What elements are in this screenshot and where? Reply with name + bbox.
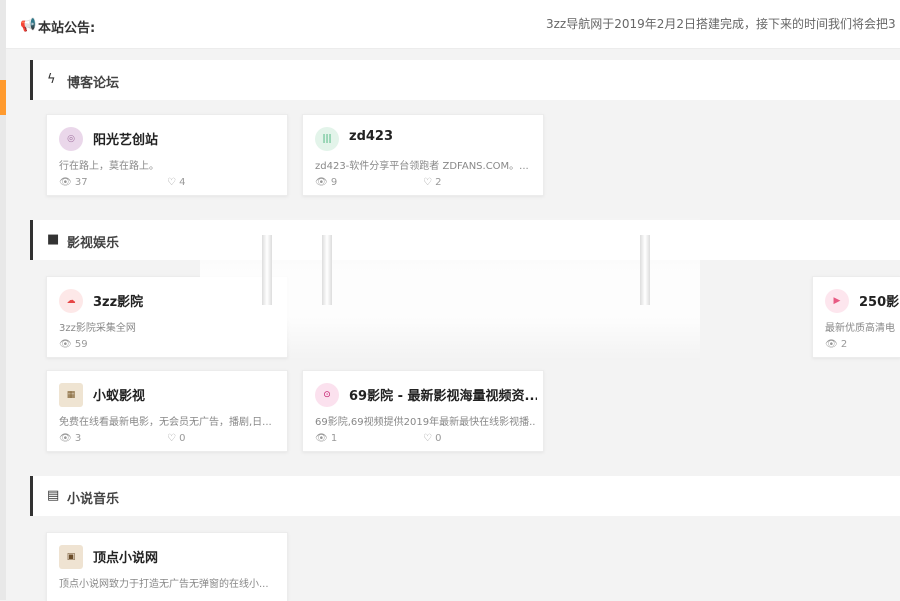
like-count[interactable]: ♡ 4 — [167, 177, 186, 188]
site-logo: ▶ — [825, 289, 849, 313]
section-title: 影视娱乐 — [67, 236, 120, 251]
site-name[interactable]: 顶点小说网 — [93, 547, 158, 566]
eye-icon: 👁 — [315, 177, 328, 188]
section-title: 小说音乐 — [67, 492, 120, 507]
like-count[interactable]: ♡ 2 — [423, 177, 442, 188]
eye-icon: 👁 — [825, 339, 838, 350]
view-count: 👁 3 — [59, 433, 82, 444]
eye-icon: 👁 — [59, 339, 72, 350]
site-logo: ◎ — [59, 127, 83, 151]
site-card[interactable]: ▣ 顶点小说网 顶点小说网致力于打造无广告无弹窗的在线小... — [46, 532, 288, 601]
site-description: 行在路上，莫在路上。 — [59, 161, 159, 172]
video-camera-icon: ■ — [47, 232, 60, 247]
site-name[interactable]: 小蚁影视 — [93, 385, 145, 404]
site-logo: ||| — [315, 127, 339, 151]
site-logo: ▦ — [59, 383, 83, 407]
announcement-text[interactable]: 3zz导航网于2019年2月2日搭建完成，接下来的时间我们将会把3 — [546, 15, 896, 32]
like-count[interactable]: ♡ 0 — [423, 433, 442, 444]
site-description: zd423-软件分享平台领跑者 ZDFANS.COM。... — [315, 161, 529, 172]
announcement-bar: 📢 本站公告: 3zz导航网于2019年2月2日搭建完成，接下来的时间我们将会把… — [6, 0, 900, 49]
eye-icon: 👁 — [315, 433, 328, 444]
heart-icon: ♡ — [423, 433, 432, 444]
site-description: 3zz影院采集全网 — [59, 323, 136, 334]
section-header-video: ■ 影视娱乐 — [30, 220, 900, 260]
site-description: 顶点小说网致力于打造无广告无弹窗的在线小... — [59, 579, 269, 590]
site-name[interactable]: 250影 — [859, 291, 899, 310]
book-icon: ▤ — [47, 488, 60, 503]
site-logo: ☁ — [59, 289, 83, 313]
section-header-blog: ϟ 博客论坛 — [30, 60, 900, 100]
site-description: 免费在线看最新电影，无会员无广告，播剧,日... — [59, 417, 272, 428]
heart-icon: ♡ — [167, 177, 176, 188]
site-name[interactable]: 阳光艺创站 — [93, 129, 158, 148]
site-name[interactable]: zd423 — [349, 129, 393, 144]
site-logo: ▣ — [59, 545, 83, 569]
site-card[interactable]: ☁ 3zz影院 3zz影院采集全网 👁 59 — [46, 276, 288, 358]
view-count: 👁 59 — [59, 339, 88, 350]
eye-icon: 👁 — [59, 177, 72, 188]
section-header-novel: ▤ 小说音乐 — [30, 476, 900, 516]
megaphone-icon: 📢 — [20, 18, 37, 33]
bolt-icon: ϟ — [47, 72, 56, 87]
site-card[interactable]: ◎ 阳光艺创站 行在路上，莫在路上。 👁 37 ♡ 4 — [46, 114, 288, 196]
view-count: 👁 1 — [315, 433, 338, 444]
site-card[interactable]: ||| zd423 zd423-软件分享平台领跑者 ZDFANS.COM。...… — [302, 114, 544, 196]
site-name[interactable]: 69影院 - 最新影视海量视频资... — [349, 385, 537, 404]
heart-icon: ♡ — [167, 433, 176, 444]
like-count[interactable]: ♡ 0 — [167, 433, 186, 444]
view-count: 👁 9 — [315, 177, 338, 188]
eye-icon: 👁 — [59, 433, 72, 444]
left-edge-accent — [0, 80, 6, 115]
section-title: 博客论坛 — [67, 76, 120, 91]
site-description: 69影院,69视频提供2019年最新最快在线影视播... — [315, 417, 535, 428]
view-count: 👁 37 — [59, 177, 88, 188]
site-logo: ⊙ — [315, 383, 339, 407]
site-card[interactable]: ▦ 小蚁影视 免费在线看最新电影，无会员无广告，播剧,日... 👁 3 ♡ 0 — [46, 370, 288, 452]
view-count: 👁 2 — [825, 339, 848, 350]
site-card[interactable]: ▶ 250影 最新优质高清电 👁 2 — [812, 276, 900, 358]
site-name[interactable]: 3zz影院 — [93, 291, 143, 310]
announcement-label: 本站公告: — [38, 21, 96, 36]
heart-icon: ♡ — [423, 177, 432, 188]
site-description: 最新优质高清电 — [825, 323, 895, 334]
site-card[interactable]: ⊙ 69影院 - 最新影视海量视频资... 69影院,69视频提供2019年最新… — [302, 370, 544, 452]
